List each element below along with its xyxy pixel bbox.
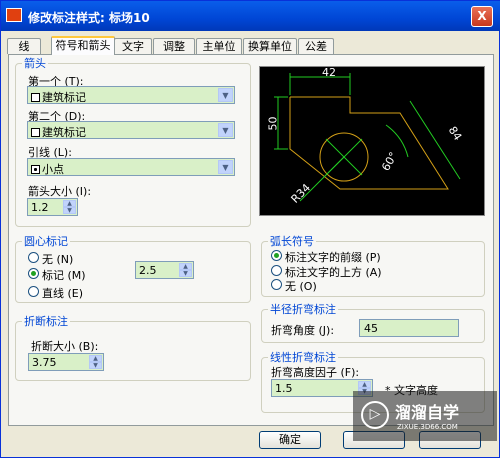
- tab-symbols-arrows[interactable]: 符号和箭头: [51, 36, 115, 55]
- chevron-down-icon[interactable]: ▼: [218, 160, 233, 174]
- tab-lines[interactable]: 线: [7, 38, 41, 54]
- dim-left-label: 50: [266, 116, 280, 131]
- center-mark-radio[interactable]: [28, 268, 39, 279]
- break-size-spinner[interactable]: 3.75 ▲ ▼: [28, 353, 104, 371]
- arch-tick-icon: [31, 93, 40, 102]
- tab-fit[interactable]: 调整: [153, 38, 195, 54]
- arc-above-radio[interactable]: [271, 265, 282, 276]
- spin-up-icon[interactable]: ▲: [89, 355, 102, 362]
- tab-primary-units[interactable]: 主单位: [196, 38, 242, 54]
- chevron-down-icon[interactable]: ▼: [218, 88, 233, 102]
- arrow-size-spinner[interactable]: 1.2 ▲ ▼: [27, 198, 78, 216]
- arc-prefix-label: 标注文字的前缀 (P): [285, 251, 381, 264]
- arc-none-radio[interactable]: [271, 279, 282, 290]
- arrowheads-legend: 箭头: [24, 57, 46, 70]
- play-logo-icon: ▷: [361, 401, 389, 429]
- dialog-window: 修改标注样式: 标场10 X 线 符号和箭头 文字 调整 主单位 换算单位 公差…: [0, 0, 500, 458]
- first-arrow-select[interactable]: 建筑标记 ▼: [27, 86, 235, 104]
- spin-up-icon[interactable]: ▲: [63, 200, 76, 207]
- chevron-down-icon[interactable]: ▼: [218, 123, 233, 137]
- jog-factor-label: 折弯高度因子 (F):: [271, 366, 360, 379]
- arch-tick-icon: [31, 128, 40, 137]
- title-bar[interactable]: 修改标注样式: 标场10 X: [1, 1, 500, 31]
- center-none-radio[interactable]: [28, 252, 39, 263]
- jog-angle-label: 折弯角度 (J):: [271, 324, 335, 337]
- tab-tolerances[interactable]: 公差: [298, 38, 334, 54]
- second-arrow-select[interactable]: 建筑标记 ▼: [27, 121, 235, 139]
- break-size-label: 折断大小 (B):: [31, 340, 99, 353]
- ok-button[interactable]: 确定: [259, 431, 321, 449]
- center-line-label: 直线 (E): [42, 287, 84, 300]
- jog-angle-input[interactable]: 45: [359, 319, 459, 337]
- arc-prefix-radio[interactable]: [271, 250, 282, 261]
- arrow-size-label: 箭头大小 (I):: [28, 185, 92, 198]
- app-icon: [6, 8, 22, 22]
- dim-top-label: 42: [322, 66, 336, 79]
- watermark-brand: 溜溜自学: [395, 403, 460, 422]
- center-mark-label: 标记 (M): [42, 269, 86, 282]
- watermark-url: ZIXUE.3D66.COM: [397, 423, 458, 431]
- spin-down-icon[interactable]: ▼: [89, 362, 102, 369]
- center-line-radio[interactable]: [28, 286, 39, 297]
- tab-text[interactable]: 文字: [114, 38, 152, 54]
- linear-jog-legend: 线性折弯标注: [270, 351, 336, 364]
- watermark: ▷ 溜溜自学 ZIXUE.3D66.COM: [353, 391, 497, 441]
- arc-length-legend: 弧长符号: [270, 235, 314, 248]
- leader-select[interactable]: 小点 ▼: [27, 158, 235, 176]
- center-size-spinner[interactable]: 2.5 ▲ ▼: [135, 261, 194, 279]
- spin-up-icon[interactable]: ▲: [358, 381, 371, 388]
- arc-none-label: 无 (O): [285, 280, 317, 293]
- center-marks-legend: 圆心标记: [24, 235, 68, 248]
- dot-icon: [31, 165, 40, 174]
- spin-up-icon[interactable]: ▲: [179, 263, 192, 270]
- preview-pane: 42 50 84 60° R34: [259, 66, 485, 216]
- radius-jog-legend: 半径折弯标注: [270, 303, 336, 316]
- dimension-break-legend: 折断标注: [24, 315, 68, 328]
- spin-down-icon[interactable]: ▼: [63, 207, 76, 214]
- window-title: 修改标注样式: 标场10: [28, 11, 150, 25]
- tab-alternate-units[interactable]: 换算单位: [243, 38, 297, 54]
- close-button[interactable]: X: [471, 6, 493, 27]
- center-none-label: 无 (N): [42, 253, 74, 266]
- spin-down-icon[interactable]: ▼: [179, 270, 192, 277]
